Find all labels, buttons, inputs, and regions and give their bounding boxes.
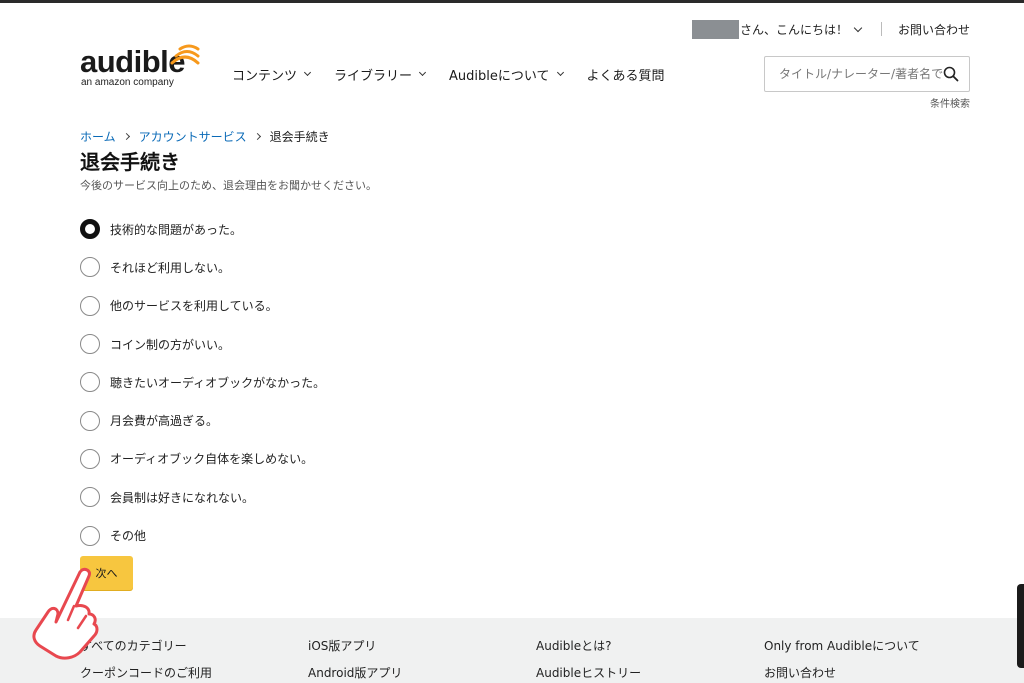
- reason-label: その他: [110, 529, 147, 544]
- pointing-hand-icon: [32, 567, 99, 660]
- breadcrumb-home[interactable]: ホーム: [80, 128, 116, 145]
- reason-option[interactable]: 他のサービスを利用している。: [80, 287, 325, 325]
- footer-link[interactable]: Audibleヒストリー: [536, 664, 641, 683]
- reason-option[interactable]: 聴きたいオーディオブックがなかった。: [80, 363, 325, 401]
- footer-link[interactable]: Android版アプリ: [308, 664, 402, 683]
- nav-label: ライブラリー: [334, 68, 413, 84]
- radio-button[interactable]: [80, 295, 100, 316]
- reason-label: コイン制の方がいい。: [110, 337, 231, 352]
- page-subtitle: 今後のサービス向上のため、退会理由をお聞かせください。: [80, 179, 377, 192]
- reason-option[interactable]: オーディオブック自体を楽しめない。: [80, 440, 325, 478]
- footer-link[interactable]: Only from Audibleについて: [764, 637, 920, 664]
- chevron-down-icon: [303, 68, 312, 77]
- chevron-down-icon: [853, 23, 863, 32]
- nav-label: Audibleについて: [449, 68, 550, 84]
- greeting-text: さん、こんにちは！: [739, 22, 848, 37]
- radio-button[interactable]: [80, 372, 100, 393]
- radio-button[interactable]: [80, 219, 100, 240]
- cancel-reason-list: 技術的な問題があった。 それほど利用しない。 他のサービスを利用している。 コイ…: [80, 210, 325, 555]
- footer-column-about: Audibleとは? Audibleヒストリー: [536, 637, 641, 683]
- nav-about-audible[interactable]: Audibleについて: [449, 64, 564, 84]
- radio-button[interactable]: [80, 448, 100, 469]
- footer-link[interactable]: クーポンコードのご利用: [80, 664, 212, 683]
- footer: すべてのカテゴリー クーポンコードのご利用 iOS版アプリ Android版アプ…: [0, 618, 1024, 683]
- footer-link[interactable]: Audibleとは?: [536, 637, 641, 664]
- redacted-username: [691, 19, 739, 39]
- reason-label: オーディオブック自体を楽しめない。: [110, 452, 314, 467]
- reason-option[interactable]: 会員制は好きになれない。: [80, 478, 325, 516]
- side-panel-tab[interactable]: [1017, 584, 1024, 668]
- nav-label: コンテンツ: [232, 68, 298, 84]
- reason-option[interactable]: その他: [80, 516, 325, 554]
- reason-option[interactable]: コイン制の方がいい。: [80, 325, 325, 363]
- chevron-down-icon: [556, 68, 564, 77]
- chevron-right-icon: [122, 132, 130, 141]
- reason-label: 月会費が高過ぎる。: [110, 414, 219, 429]
- footer-column-apps: iOS版アプリ Android版アプリ: [308, 637, 402, 683]
- logo-waves-icon: [170, 44, 200, 65]
- contact-link[interactable]: お問い合わせ: [898, 21, 970, 38]
- nav-library[interactable]: ライブラリー: [334, 64, 427, 84]
- footer-column-support: Only from Audibleについて お問い合わせ: [764, 637, 920, 683]
- breadcrumb: ホーム アカウントサービス 退会手続き: [80, 128, 330, 145]
- page-title: 退会手続き: [80, 150, 180, 174]
- radio-button[interactable]: [80, 487, 100, 508]
- main-nav: コンテンツ ライブラリー Audibleについて よくある質問: [232, 64, 689, 84]
- breadcrumb-account-service[interactable]: アカウントサービス: [139, 128, 247, 145]
- radio-button[interactable]: [80, 525, 100, 546]
- chevron-right-icon: [253, 132, 261, 141]
- breadcrumb-current: 退会手続き: [269, 130, 330, 144]
- nav-contents[interactable]: コンテンツ: [232, 64, 312, 84]
- advanced-search-link[interactable]: 条件検索: [930, 95, 970, 110]
- radio-button[interactable]: [80, 410, 100, 431]
- reason-label: それほど利用しない。: [110, 260, 231, 275]
- utility-bar: さん、こんにちは！ お問い合わせ: [691, 19, 970, 39]
- footer-link[interactable]: iOS版アプリ: [308, 637, 402, 664]
- radio-button[interactable]: [80, 334, 100, 355]
- reason-option[interactable]: それほど利用しない。: [80, 248, 325, 286]
- reason-label: 技術的な問題があった。: [110, 222, 243, 237]
- nav-label: よくある質問: [586, 68, 665, 84]
- footer-link[interactable]: お問い合わせ: [764, 664, 920, 683]
- reason-option[interactable]: 技術的な問題があった。: [80, 210, 325, 248]
- reason-label: 会員制は好きになれない。: [110, 490, 255, 505]
- logo-tagline: an amazon company: [81, 77, 174, 88]
- search-input[interactable]: [779, 67, 947, 81]
- top-border: [0, 0, 1024, 3]
- reason-option[interactable]: 月会費が高過ぎる。: [80, 401, 325, 439]
- search-box: [764, 56, 970, 92]
- chevron-down-icon: [418, 68, 427, 77]
- reason-label: 他のサービスを利用している。: [110, 299, 278, 314]
- reason-label: 聴きたいオーディオブックがなかった。: [110, 375, 326, 390]
- nav-faq[interactable]: よくある質問: [587, 64, 665, 84]
- audible-logo[interactable]: audible an amazon company: [80, 42, 210, 92]
- search-icon[interactable]: [943, 66, 959, 82]
- greeting-menu[interactable]: さん、こんにちは！: [739, 21, 863, 38]
- divider: [880, 22, 882, 36]
- radio-button[interactable]: [80, 257, 100, 278]
